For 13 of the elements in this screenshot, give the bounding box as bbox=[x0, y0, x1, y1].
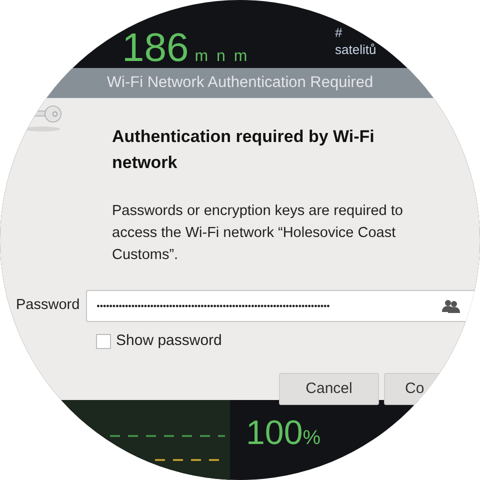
show-password-checkbox[interactable] bbox=[96, 334, 111, 349]
satellites-label: satelitů bbox=[335, 41, 376, 58]
people-icon[interactable] bbox=[442, 299, 460, 313]
dialog-heading: Authentication required by Wi-Fi network bbox=[112, 126, 376, 174]
dialog-message: Passwords or encryption keys are required to access the Wi-Fi network “Holesovice Coast Customs”. bbox=[112, 202, 404, 265]
level-value: 100 bbox=[246, 416, 303, 450]
speed-unit: m n m bbox=[194, 49, 250, 65]
cancel-button[interactable]: Cancel bbox=[279, 373, 379, 405]
speed-value: 186 bbox=[122, 28, 189, 68]
level-unit: % bbox=[302, 426, 321, 451]
password-label: Password bbox=[16, 296, 80, 316]
show-password-label: Show password bbox=[116, 331, 222, 351]
satellites-symbol: # bbox=[335, 24, 344, 41]
